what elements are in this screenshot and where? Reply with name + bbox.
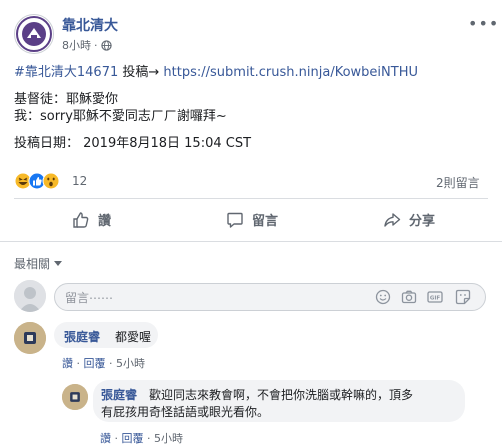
submit-link[interactable]: https://submit.crush.ninja/KowbeiNTHU <box>163 65 418 80</box>
share-label: 分享 <box>409 214 436 229</box>
reaction-icons[interactable] <box>14 172 60 190</box>
reply-author[interactable]: 張庭睿 <box>101 386 137 403</box>
default-avatar-icon <box>14 280 46 312</box>
caret-down-icon <box>54 260 63 266</box>
comment-time[interactable]: 5小時 <box>116 357 145 370</box>
share-button[interactable]: 分享 <box>383 210 435 229</box>
page-name[interactable]: 靠北清大 <box>62 15 118 35</box>
post-line-1: #靠北清大14671 投稿→ https://submit.crush.ninj… <box>14 64 418 82</box>
comment-button[interactable]: 留言 <box>226 210 278 229</box>
comment-placeholder: 留言⋯⋯ <box>65 291 114 305</box>
svg-text:GIF: GIF <box>430 296 441 302</box>
globe-icon[interactable] <box>100 39 112 51</box>
comment-sort-dropdown[interactable]: 最相關 <box>14 255 63 272</box>
commenter-avatar[interactable] <box>14 322 46 354</box>
commenter-avatar-image <box>14 322 46 354</box>
page-logo-icon <box>16 16 52 52</box>
reply-avatar-image <box>62 384 88 410</box>
separator-dot: · <box>94 38 98 52</box>
reply-actions: 讚 · 回覆 · 5小時 <box>100 430 183 446</box>
comment-bubble: 張庭睿 都愛喔 <box>54 322 158 348</box>
separator-dot: · <box>76 357 84 370</box>
more-options-icon[interactable]: ••• <box>468 14 499 33</box>
post-line-2: 基督徒：耶穌愛你 <box>14 92 119 107</box>
viewer-avatar <box>14 280 46 312</box>
comment-text: 都愛喔 <box>115 330 152 344</box>
separator-dot: · <box>114 432 122 445</box>
separator-dot: · <box>147 432 154 445</box>
separator-dot: · <box>109 357 116 370</box>
like-button[interactable]: 讚 <box>72 210 111 229</box>
page-avatar[interactable] <box>14 14 54 54</box>
emoji-icon[interactable] <box>375 289 391 305</box>
reply-like-link[interactable]: 讚 <box>100 432 111 445</box>
camera-icon[interactable] <box>401 289 417 305</box>
like-label: 讚 <box>98 214 112 229</box>
sticker-icon[interactable] <box>455 289 471 305</box>
comment-author[interactable]: 張庭睿 <box>64 328 100 345</box>
comment-label: 留言 <box>252 214 279 229</box>
post-meta: 8小時 · <box>62 37 112 53</box>
gif-icon[interactable]: GIF <box>427 289 443 305</box>
post-line-4: 投稿日期： 2019年8月18日 15:04 CST <box>14 136 252 151</box>
wow-reaction-icon <box>42 172 60 190</box>
reply-text-line-2: 有屁孩用奇怪話語或眼光看你。 <box>101 405 270 419</box>
reply-bubble: 張庭睿 歡迎同志來教會啊，不會把你洗腦或幹嘛的，頂多 有屁孩用奇怪話語或眼光看你… <box>93 380 465 422</box>
comment-count[interactable]: 2則留言 <box>436 174 480 191</box>
post-time[interactable]: 8小時 <box>62 37 91 53</box>
comment-reply-link[interactable]: 回覆 <box>84 357 106 370</box>
hashtag-link[interactable]: #靠北清大14671 <box>14 65 118 80</box>
share-icon <box>384 212 401 227</box>
post-line-1-mid: 投稿→ <box>118 65 164 80</box>
reaction-count[interactable]: 12 <box>72 174 87 188</box>
divider-top <box>14 198 488 199</box>
reply-avatar[interactable] <box>62 384 88 410</box>
thumbs-up-icon <box>73 211 89 228</box>
post-line-3: 我：sorry耶穌不愛同志ㄏㄏ謝囉拜~ <box>14 109 227 124</box>
reply-time[interactable]: 5小時 <box>154 432 183 445</box>
reply-text-line-1: 歡迎同志來教會啊，不會把你洗腦或幹嘛的，頂多 <box>149 388 414 402</box>
comment-input[interactable]: 留言⋯⋯ GIF <box>54 283 486 311</box>
comment-icon <box>227 212 243 228</box>
divider-comments <box>0 241 502 242</box>
comment-actions: 讚 · 回覆 · 5小時 <box>62 355 145 371</box>
reply-reply-link[interactable]: 回覆 <box>122 432 144 445</box>
sort-label: 最相關 <box>14 257 51 271</box>
comment-like-link[interactable]: 讚 <box>62 357 73 370</box>
